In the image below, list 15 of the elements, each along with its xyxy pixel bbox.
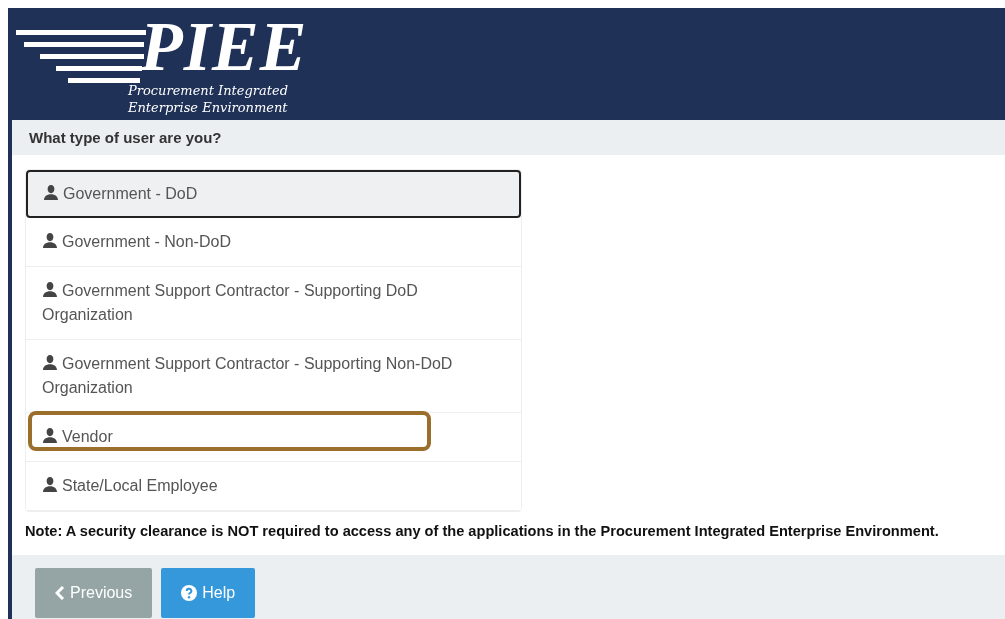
question-heading: What type of user are you? xyxy=(12,120,1005,155)
person-icon xyxy=(42,281,58,297)
person-icon xyxy=(42,427,58,443)
person-icon xyxy=(42,354,58,370)
person-icon xyxy=(42,476,58,492)
chevron-left-icon xyxy=(55,586,65,600)
person-icon xyxy=(43,184,59,200)
user-type-option[interactable]: Vendor xyxy=(26,413,521,462)
note-text: Note: A security clearance is NOT required to access any of the applications in the Procurement Integrated Enterprise Environment. xyxy=(25,522,940,541)
logo-text: PIEE xyxy=(140,12,308,82)
person-icon xyxy=(42,232,58,248)
user-type-option[interactable]: Government - DoD xyxy=(26,170,521,218)
help-icon xyxy=(181,585,198,601)
logo-subtitle: Enterprise Environment xyxy=(128,99,289,116)
logo-subtitle: Procurement Integrated xyxy=(128,82,289,99)
